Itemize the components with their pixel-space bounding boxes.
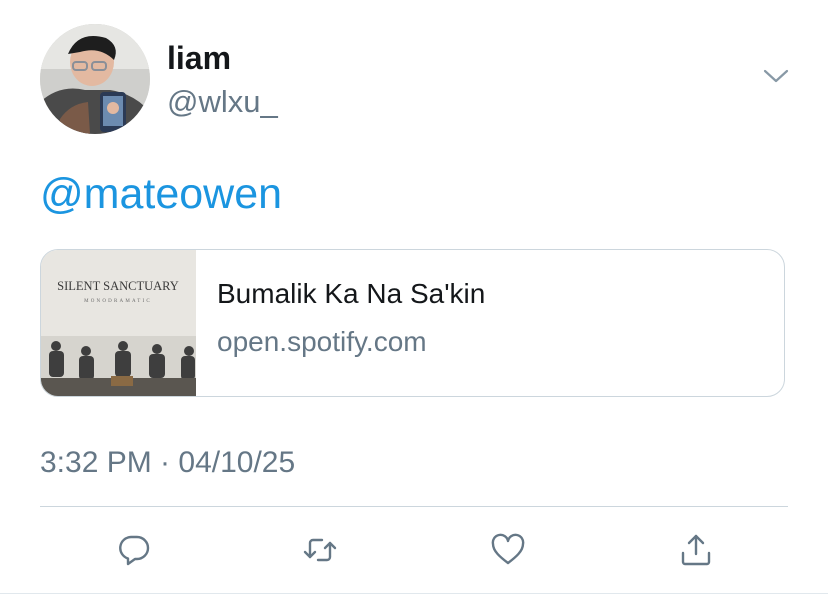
album-band-name: SILENT SANCTUARY bbox=[57, 279, 179, 293]
mention-link[interactable]: @mateowen bbox=[40, 170, 282, 219]
avatar[interactable] bbox=[40, 24, 150, 134]
divider bbox=[0, 593, 828, 594]
heart-icon bbox=[491, 533, 525, 565]
retweet-icon bbox=[303, 538, 337, 562]
like-button[interactable] bbox=[490, 532, 526, 568]
reply-icon bbox=[119, 535, 150, 566]
share-button[interactable] bbox=[678, 532, 714, 568]
card-title: Bumalik Ka Na Sa'kin bbox=[217, 278, 486, 309]
avatar-image bbox=[40, 24, 150, 134]
author-handle[interactable]: @wlxu_ bbox=[167, 84, 278, 120]
divider bbox=[40, 506, 788, 507]
card-domain: open.spotify.com bbox=[217, 326, 427, 357]
author-display-name[interactable]: liam bbox=[167, 40, 231, 77]
tweet-timestamp[interactable]: 3:32 PM · 04/10/25 bbox=[40, 446, 295, 480]
retweet-button[interactable] bbox=[302, 532, 338, 568]
share-icon bbox=[681, 534, 711, 566]
reply-button[interactable] bbox=[116, 532, 152, 568]
chevron-down-icon[interactable] bbox=[762, 66, 790, 86]
album-cover-thumbnail: SILENT SANCTUARY MONODRAMATIC bbox=[41, 250, 196, 396]
link-card[interactable]: SILENT SANCTUARY MONODRAMATIC Bumalik Ka… bbox=[40, 249, 785, 397]
album-title: MONODRAMATIC bbox=[84, 299, 152, 304]
